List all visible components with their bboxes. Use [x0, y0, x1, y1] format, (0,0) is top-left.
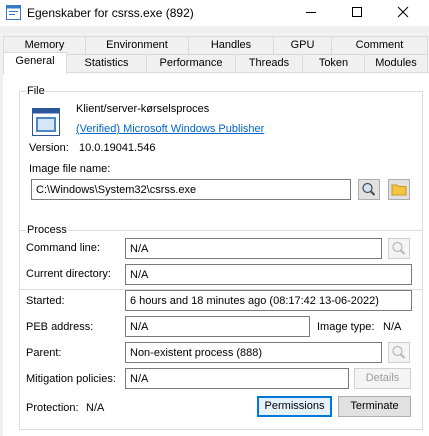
magnifier-icon: [362, 182, 376, 196]
started-label: Started:: [26, 295, 65, 307]
exe-file-icon: [32, 108, 60, 136]
inspect-command-line-button[interactable]: [388, 238, 410, 259]
details-button[interactable]: Details: [354, 368, 411, 389]
protection-label: Protection:: [26, 402, 79, 414]
tab-handles[interactable]: Handles: [188, 36, 274, 54]
magnifier-icon: [392, 345, 406, 359]
tab-token[interactable]: Token: [302, 54, 365, 73]
inspect-parent-button[interactable]: [388, 342, 410, 363]
app-icon: [6, 5, 21, 20]
version-label: Version:: [29, 142, 69, 154]
terminate-button[interactable]: Terminate: [338, 396, 411, 417]
protection-value: N/A: [86, 402, 105, 414]
maximize-icon: [352, 7, 362, 17]
peb-address-field[interactable]: N/A: [125, 316, 310, 337]
inspect-file-button[interactable]: [358, 179, 380, 200]
close-icon: [397, 6, 409, 18]
current-directory-field[interactable]: N/A: [125, 264, 412, 285]
parent-label: Parent:: [26, 347, 62, 359]
window-title: Egenskaber for csrss.exe (892): [27, 6, 194, 20]
tab-general[interactable]: General: [3, 52, 67, 74]
publisher-link[interactable]: (Verified) Microsoft Windows Publisher: [76, 122, 264, 136]
started-field[interactable]: 6 hours and 18 minutes ago (08:17:42 13-…: [125, 290, 412, 311]
minimize-button[interactable]: [288, 0, 334, 26]
parent-field[interactable]: Non-existent process (888): [125, 342, 382, 363]
maximize-button[interactable]: [334, 0, 380, 26]
image-type-label: Image type:: [317, 321, 375, 333]
file-group-label: File: [26, 85, 46, 97]
permissions-button[interactable]: Permissions: [257, 396, 332, 417]
tab-environment[interactable]: Environment: [85, 36, 189, 54]
folder-icon: [391, 184, 407, 196]
command-line-field[interactable]: N/A: [125, 238, 382, 259]
tab-gpu[interactable]: GPU: [273, 36, 332, 54]
current-directory-label: Current directory:: [26, 268, 111, 280]
general-tab-panel: File Klient/server-kørselsproces (Verifi…: [3, 72, 429, 436]
mitigation-policies-label: Mitigation policies:: [26, 373, 116, 385]
title-bar: Egenskaber for csrss.exe (892): [0, 0, 429, 26]
tab-threads[interactable]: Threads: [235, 54, 303, 73]
tab-comment[interactable]: Comment: [331, 36, 428, 54]
command-line-label: Command line:: [26, 242, 100, 254]
tab-statistics[interactable]: Statistics: [66, 54, 147, 73]
image-type-value: N/A: [383, 321, 402, 333]
version-value: 10.0.19041.546: [79, 142, 156, 154]
process-group-label: Process: [26, 224, 68, 236]
close-button[interactable]: [380, 0, 426, 26]
open-folder-button[interactable]: [388, 179, 410, 200]
tab-modules[interactable]: Modules: [364, 54, 428, 73]
mitigation-policies-field[interactable]: N/A: [125, 368, 349, 389]
image-path-field[interactable]: C:\Windows\System32\csrss.exe: [31, 179, 351, 200]
image-file-name-label: Image file name:: [29, 163, 111, 175]
tab-row-front: General Statistics Performance Threads T…: [0, 52, 429, 74]
tab-performance[interactable]: Performance: [146, 54, 236, 73]
minimize-icon: [306, 12, 316, 13]
magnifier-icon: [392, 241, 406, 255]
file-description: Klient/server-kørselsproces: [76, 103, 210, 115]
peb-address-label: PEB address:: [26, 321, 94, 333]
